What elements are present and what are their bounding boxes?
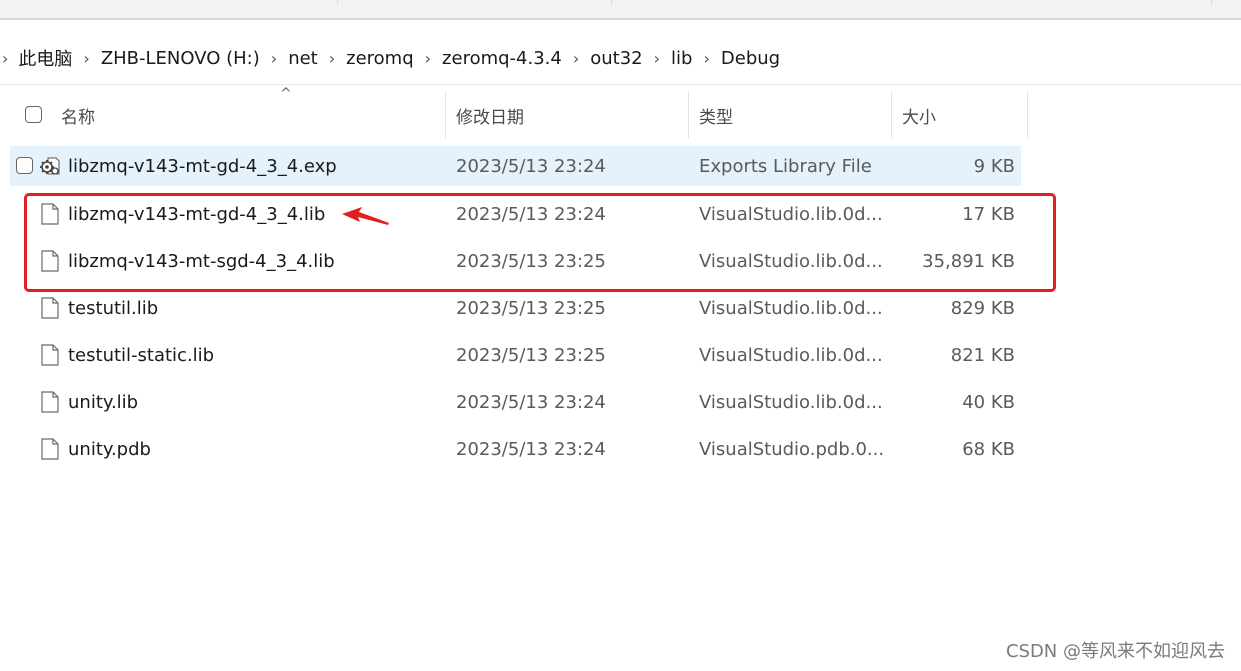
chevron-right-icon[interactable]: › [2, 49, 8, 68]
file-date: 2023/5/13 23:24 [456, 391, 606, 413]
file-name: testutil.lib [68, 297, 159, 319]
file-type: Exports Library File [699, 155, 872, 177]
chevron-right-icon[interactable]: › [703, 49, 709, 68]
breadcrumb-item-drive[interactable]: ZHB-LENOVO (H:) [101, 48, 260, 69]
breadcrumb-item-out32[interactable]: out32 [590, 48, 642, 69]
file-size: 829 KB [950, 297, 1015, 319]
column-header-type-label: 类型 [699, 107, 733, 128]
toolbar-divider [337, 0, 338, 4]
column-header-type[interactable]: 类型 [689, 92, 892, 138]
file-row[interactable]: unity.pdb 2023/5/13 23:24 VisualStudio.p… [10, 427, 1021, 471]
column-header-date-label: 修改日期 [456, 107, 524, 128]
column-header-name-label: 名称 [61, 107, 95, 128]
file-row[interactable]: libzmq-v143-mt-gd-4_3_4.exp 2023/5/13 23… [10, 146, 1021, 186]
breadcrumb-item-zeromq-version[interactable]: zeromq-4.3.4 [442, 48, 562, 69]
file-row[interactable]: unity.lib 2023/5/13 23:24 VisualStudio.l… [10, 380, 1021, 424]
file-row[interactable]: testutil-static.lib 2023/5/13 23:25 Visu… [10, 333, 1021, 377]
file-type: VisualStudio.lib.0d... [699, 297, 883, 319]
file-type: VisualStudio.pdb.0... [699, 438, 885, 460]
file-icon [41, 438, 59, 460]
file-row[interactable]: testutil.lib 2023/5/13 23:25 VisualStudi… [10, 286, 1021, 330]
chevron-right-icon[interactable]: › [425, 49, 431, 68]
file-name: unity.lib [68, 391, 139, 413]
toolbar-divider [611, 0, 612, 4]
file-date: 2023/5/13 23:24 [456, 438, 606, 460]
annotation-arrow-icon [342, 207, 389, 225]
column-header-row: ^ 名称 修改日期 类型 大小 [0, 86, 1241, 138]
breadcrumb-item-lib[interactable]: lib [671, 48, 692, 69]
row-checkbox[interactable] [16, 157, 33, 174]
breadcrumb-item-this-pc[interactable]: 此电脑 [18, 45, 72, 71]
breadcrumb-item-zeromq[interactable]: zeromq [346, 48, 414, 69]
file-date: 2023/5/13 23:24 [456, 155, 606, 177]
divider [0, 84, 1241, 85]
file-type: VisualStudio.lib.0d... [699, 344, 883, 366]
file-size: 40 KB [962, 391, 1015, 413]
breadcrumb: › 此电脑 › ZHB-LENOVO (H:) › net › zeromq ›… [0, 38, 780, 78]
column-header-size-label: 大小 [902, 107, 936, 128]
file-icon [41, 344, 59, 366]
exp-settings-icon [40, 157, 60, 175]
column-header-date[interactable]: 修改日期 [446, 92, 689, 138]
chevron-right-icon[interactable]: › [83, 49, 89, 68]
select-all-checkbox[interactable] [25, 106, 42, 123]
chevron-right-icon[interactable]: › [329, 49, 335, 68]
top-toolbar-strip [0, 0, 1241, 20]
file-size: 9 KB [973, 155, 1015, 177]
sort-ascending-icon: ^ [280, 86, 292, 102]
breadcrumb-item-net[interactable]: net [288, 48, 318, 69]
chevron-right-icon[interactable]: › [271, 49, 277, 68]
file-size: 68 KB [962, 438, 1015, 460]
column-header-size[interactable]: 大小 [892, 92, 1028, 138]
watermark: CSDN @等风来不如迎风去 [1005, 641, 1225, 662]
file-name: testutil-static.lib [68, 344, 215, 366]
file-date: 2023/5/13 23:25 [456, 344, 606, 366]
breadcrumb-item-debug[interactable]: Debug [721, 48, 780, 69]
chevron-right-icon[interactable]: › [573, 49, 579, 68]
annotation-highlight-box [24, 193, 1056, 292]
column-header-name[interactable]: ^ 名称 [51, 86, 446, 138]
file-icon [41, 297, 59, 319]
file-name: unity.pdb [68, 438, 151, 460]
file-size: 821 KB [950, 344, 1015, 366]
file-name: libzmq-v143-mt-gd-4_3_4.exp [68, 155, 337, 177]
toolbar-divider [1211, 0, 1212, 4]
file-icon [41, 391, 59, 413]
file-type: VisualStudio.lib.0d... [699, 391, 883, 413]
file-date: 2023/5/13 23:25 [456, 297, 606, 319]
chevron-right-icon[interactable]: › [654, 49, 660, 68]
